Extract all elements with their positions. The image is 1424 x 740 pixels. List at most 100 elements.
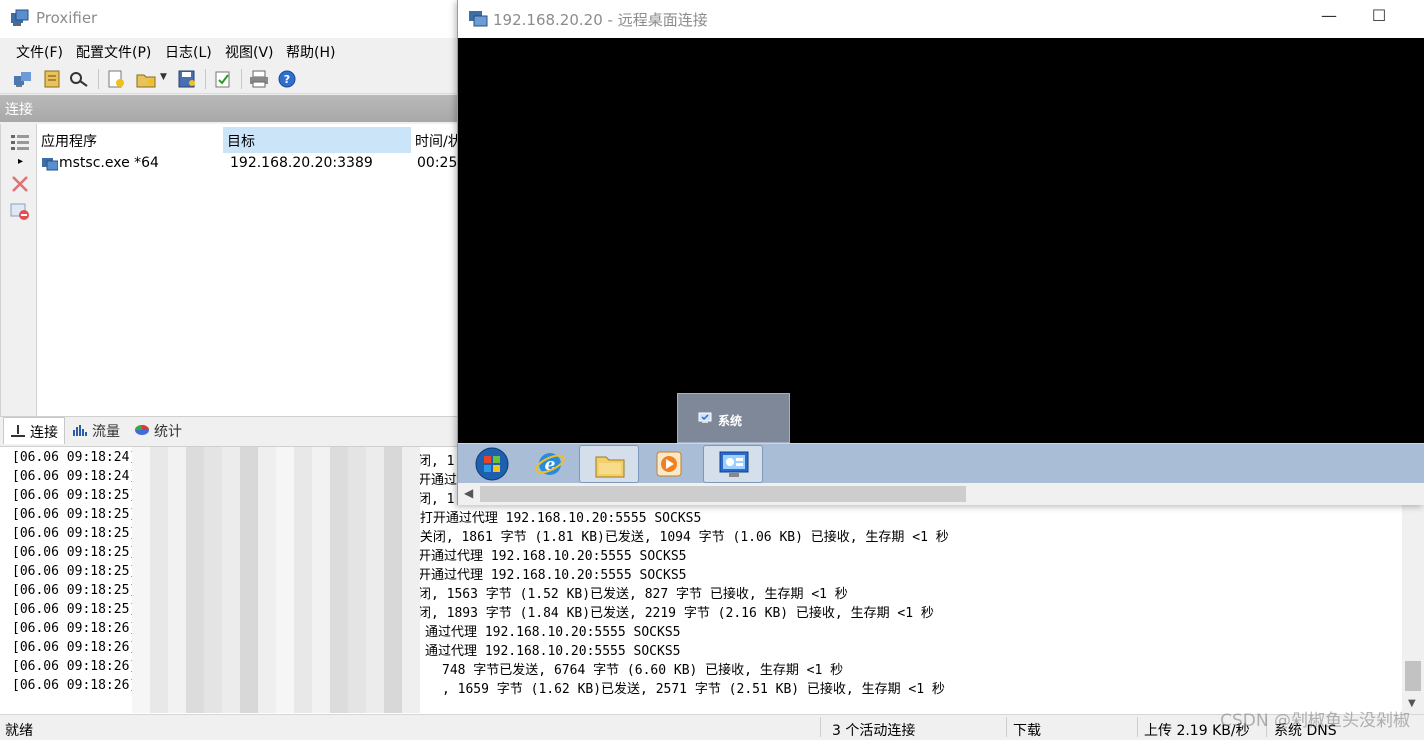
mosaic-tile xyxy=(330,504,348,523)
mosaic-tile xyxy=(276,599,294,618)
status-separator xyxy=(820,717,821,737)
name-resolution-icon[interactable] xyxy=(69,70,89,88)
log-timestamp: [06.06 09:18:25] xyxy=(12,564,138,579)
mosaic-tile xyxy=(384,561,402,580)
start-button[interactable] xyxy=(463,445,523,483)
mosaic-tile xyxy=(348,618,366,637)
mosaic-tile xyxy=(276,656,294,675)
scrollbar-thumb[interactable] xyxy=(480,486,966,502)
expand-arrow-icon[interactable]: ▸ xyxy=(18,156,23,167)
scrollbar-thumb[interactable] xyxy=(1405,661,1421,691)
mosaic-tile xyxy=(258,580,276,599)
mosaic-tile xyxy=(150,485,168,504)
mosaic-tile xyxy=(168,675,186,694)
proxy-servers-icon[interactable] xyxy=(13,70,33,88)
tab-statistics[interactable]: 统计 xyxy=(128,417,188,444)
mosaic-tile xyxy=(204,580,222,599)
mosaic-tile xyxy=(258,542,276,561)
column-header-target[interactable]: 目标 xyxy=(223,127,411,153)
taskbar-preview-popup[interactable]: 系统 xyxy=(677,393,790,443)
profile-check-icon[interactable] xyxy=(213,70,233,88)
log-timestamp: [06.06 09:18:25] xyxy=(12,507,138,522)
close-connection-icon[interactable] xyxy=(10,174,30,194)
menu-log[interactable]: 日志(L) xyxy=(165,42,212,62)
open-profile-icon[interactable] xyxy=(136,70,156,88)
tab-connections[interactable]: 连接 xyxy=(3,417,65,444)
mosaic-tile xyxy=(384,637,402,656)
print-icon[interactable] xyxy=(249,70,269,88)
proxifier-app-icon xyxy=(11,9,29,26)
column-header-application[interactable]: 应用程序 xyxy=(37,127,222,153)
column-header-time-status[interactable]: 时间/状 xyxy=(411,127,461,153)
mosaic-tile xyxy=(240,523,258,542)
mosaic-tile xyxy=(276,504,294,523)
mosaic-tile xyxy=(150,466,168,485)
mosaic-tile xyxy=(366,618,384,637)
minimize-button[interactable]: — xyxy=(1314,6,1344,32)
rdp-horizontal-scrollbar[interactable]: ◀ xyxy=(458,483,1424,505)
proxification-rules-icon[interactable] xyxy=(42,70,62,88)
mosaic-tile xyxy=(222,523,240,542)
taskbar-system-button[interactable] xyxy=(703,445,763,483)
taskbar-ie-button[interactable]: e xyxy=(520,445,580,483)
mosaic-tile xyxy=(204,523,222,542)
mosaic-tile xyxy=(204,447,222,466)
status-active-connections: 3 个活动连接 xyxy=(832,723,916,739)
mosaic-tile xyxy=(222,656,240,675)
mosaic-tile xyxy=(294,504,312,523)
mosaic-tile xyxy=(186,542,204,561)
mosaic-tile xyxy=(312,637,330,656)
mosaic-tile xyxy=(240,542,258,561)
menu-profile[interactable]: 配置文件(P) xyxy=(76,42,151,62)
help-icon[interactable]: ? xyxy=(277,70,297,88)
mosaic-tile xyxy=(186,675,204,694)
mosaic-tile xyxy=(258,466,276,485)
mosaic-tile xyxy=(240,580,258,599)
status-ready: 就绪 xyxy=(5,723,33,739)
mosaic-tile xyxy=(312,542,330,561)
menu-file[interactable]: 文件(F) xyxy=(16,42,63,62)
mosaic-tile xyxy=(132,580,150,599)
log-message: 通过代理 192.168.10.20:5555 SOCKS5 xyxy=(425,625,681,640)
mosaic-tile xyxy=(258,656,276,675)
save-profile-icon[interactable] xyxy=(177,70,197,88)
taskbar-media-player-button[interactable] xyxy=(639,445,699,483)
mosaic-tile xyxy=(312,599,330,618)
remote-screen[interactable]: 系统 xyxy=(458,38,1424,443)
mosaic-tile xyxy=(330,599,348,618)
tab-traffic[interactable]: 流量 xyxy=(66,417,126,444)
mosaic-tile xyxy=(366,656,384,675)
mosaic-tile xyxy=(348,485,366,504)
mosaic-tile xyxy=(384,618,402,637)
mosaic-tile xyxy=(366,447,384,466)
new-profile-icon[interactable] xyxy=(106,70,126,88)
menu-view[interactable]: 视图(V) xyxy=(225,42,274,62)
block-connection-icon[interactable] xyxy=(10,201,30,221)
remote-desktop-window: 192.168.20.20 - 远程桌面连接 — ☐ 系统 e ◀ xyxy=(457,0,1424,505)
menu-help[interactable]: 帮助(H) xyxy=(286,42,335,62)
log-timestamp: [06.06 09:18:25] xyxy=(12,488,138,503)
remote-taskbar: e xyxy=(458,443,1424,483)
statistics-pie-icon xyxy=(135,425,149,435)
view-tabs: 连接 流量 统计 xyxy=(0,416,460,444)
mosaic-tile xyxy=(294,694,312,713)
log-message: 748 字节已发送, 6764 字节 (6.60 KB) 已接收, 生存期 <1… xyxy=(442,663,844,678)
mosaic-tile xyxy=(384,599,402,618)
maximize-button[interactable]: ☐ xyxy=(1364,6,1394,32)
mosaic-tile xyxy=(132,637,150,656)
mosaic-tile xyxy=(402,466,420,485)
mosaic-tile xyxy=(240,466,258,485)
mosaic-tile xyxy=(330,466,348,485)
mosaic-tile xyxy=(366,675,384,694)
mosaic-tile xyxy=(294,447,312,466)
mosaic-tile xyxy=(168,637,186,656)
taskbar-explorer-button[interactable] xyxy=(579,445,639,483)
list-view-icon[interactable] xyxy=(10,132,30,152)
mosaic-tile xyxy=(384,504,402,523)
scroll-left-arrow-icon[interactable]: ◀ xyxy=(464,486,473,500)
mosaic-tile xyxy=(132,523,150,542)
ie-icon: e xyxy=(535,453,565,475)
mosaic-tile xyxy=(366,504,384,523)
mosaic-tile xyxy=(294,618,312,637)
open-dropdown-chevron-icon[interactable]: ▼ xyxy=(160,72,167,82)
